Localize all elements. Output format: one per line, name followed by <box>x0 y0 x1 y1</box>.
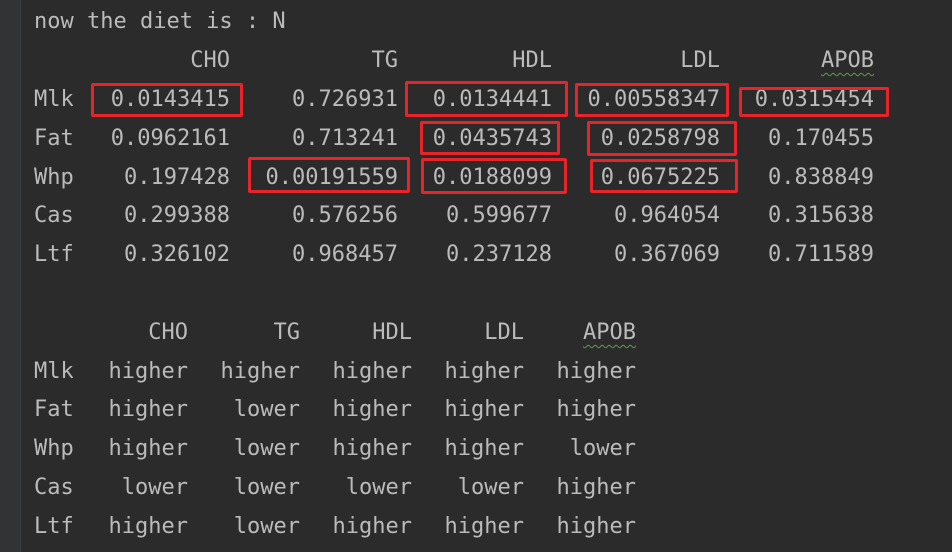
gutter-divider <box>20 0 21 552</box>
highlight-box <box>575 83 729 117</box>
t1-cell: 0.838849 <box>768 165 874 190</box>
t2-row-label: Mlk <box>34 359 74 384</box>
t2-cell: higher <box>556 359 636 384</box>
t1-cell: 0.713241 <box>292 126 398 151</box>
t1-cell: 0.315638 <box>768 203 874 228</box>
editor-gutter <box>0 0 20 552</box>
t1-cell: 0.170455 <box>768 126 874 151</box>
t1-header-hdl: HDL <box>512 48 552 73</box>
t1-row-label: Mlk <box>34 87 74 112</box>
highlight-box <box>739 87 889 117</box>
t2-row-label: Fat <box>34 397 74 422</box>
highlight-box <box>421 158 567 194</box>
t2-cell: lower <box>233 514 300 539</box>
t2-header-cho: CHO <box>148 320 188 345</box>
highlight-box <box>587 121 737 156</box>
t2-header-tg: TG <box>273 320 301 345</box>
t2-cell: lower <box>233 475 300 500</box>
t2-header-hdl: HDL <box>372 320 412 345</box>
t2-cell: higher <box>108 359 188 384</box>
t2-cell: higher <box>108 514 188 539</box>
t2-cell: higher <box>220 359 300 384</box>
highlight-box <box>91 83 243 117</box>
t1-cell: 0.326102 <box>124 242 230 267</box>
t1-cell: 0.367069 <box>614 242 720 267</box>
t2-row-label: Cas <box>34 475 74 500</box>
t1-cell: 0.299388 <box>124 203 230 228</box>
t2-row-label: Ltf <box>34 514 74 539</box>
t1-header-cho: CHO <box>190 48 230 73</box>
t1-cell: 0.237128 <box>446 242 552 267</box>
diet-header-line: now the diet is : N <box>34 9 286 34</box>
t2-cell: lower <box>233 436 300 461</box>
t1-header-tg: TG <box>371 48 399 73</box>
t2-cell: higher <box>556 514 636 539</box>
t2-header-ldl: LDL <box>484 320 524 345</box>
t2-row-label: Whp <box>34 436 74 461</box>
t2-cell: higher <box>332 397 412 422</box>
t1-row-label: Ltf <box>34 242 74 267</box>
t2-cell: lower <box>569 436 636 461</box>
t1-cell: 0.968457 <box>292 242 398 267</box>
t1-cell: 0.711589 <box>768 242 874 267</box>
highlight-box <box>248 157 410 193</box>
t1-cell: 0.964054 <box>614 203 720 228</box>
highlight-box <box>590 159 738 193</box>
t1-cell: 0.197428 <box>124 165 230 190</box>
t1-row-label: Whp <box>34 165 74 190</box>
highlight-box <box>420 121 560 155</box>
t1-row-label: Cas <box>34 203 74 228</box>
t1-cell: 0.0962161 <box>110 126 230 151</box>
t2-cell: higher <box>444 359 524 384</box>
t1-header-ldl: LDL <box>680 48 720 73</box>
t2-cell: higher <box>108 397 188 422</box>
t2-cell: lower <box>457 475 524 500</box>
t2-cell: higher <box>444 397 524 422</box>
t2-cell: lower <box>121 475 188 500</box>
t1-cell: 0.726931 <box>292 87 398 112</box>
t2-cell: higher <box>556 397 636 422</box>
t1-header-apob: APOB <box>821 48 874 73</box>
t2-cell: higher <box>556 475 636 500</box>
console-output: now the diet is : N CHO TG HDL LDL APOB … <box>0 0 952 552</box>
t1-cell: 0.576256 <box>292 203 398 228</box>
t2-cell: higher <box>332 436 412 461</box>
t2-cell: higher <box>108 436 188 461</box>
t2-cell: lower <box>345 475 412 500</box>
t1-row-label: Fat <box>34 126 74 151</box>
t2-header-apob: APOB <box>583 320 636 345</box>
t2-cell: higher <box>444 514 524 539</box>
t2-cell: lower <box>233 397 300 422</box>
t1-cell: 0.599677 <box>446 203 552 228</box>
t2-cell: higher <box>332 514 412 539</box>
t2-cell: higher <box>332 359 412 384</box>
highlight-box <box>405 81 568 117</box>
t2-cell: higher <box>444 436 524 461</box>
